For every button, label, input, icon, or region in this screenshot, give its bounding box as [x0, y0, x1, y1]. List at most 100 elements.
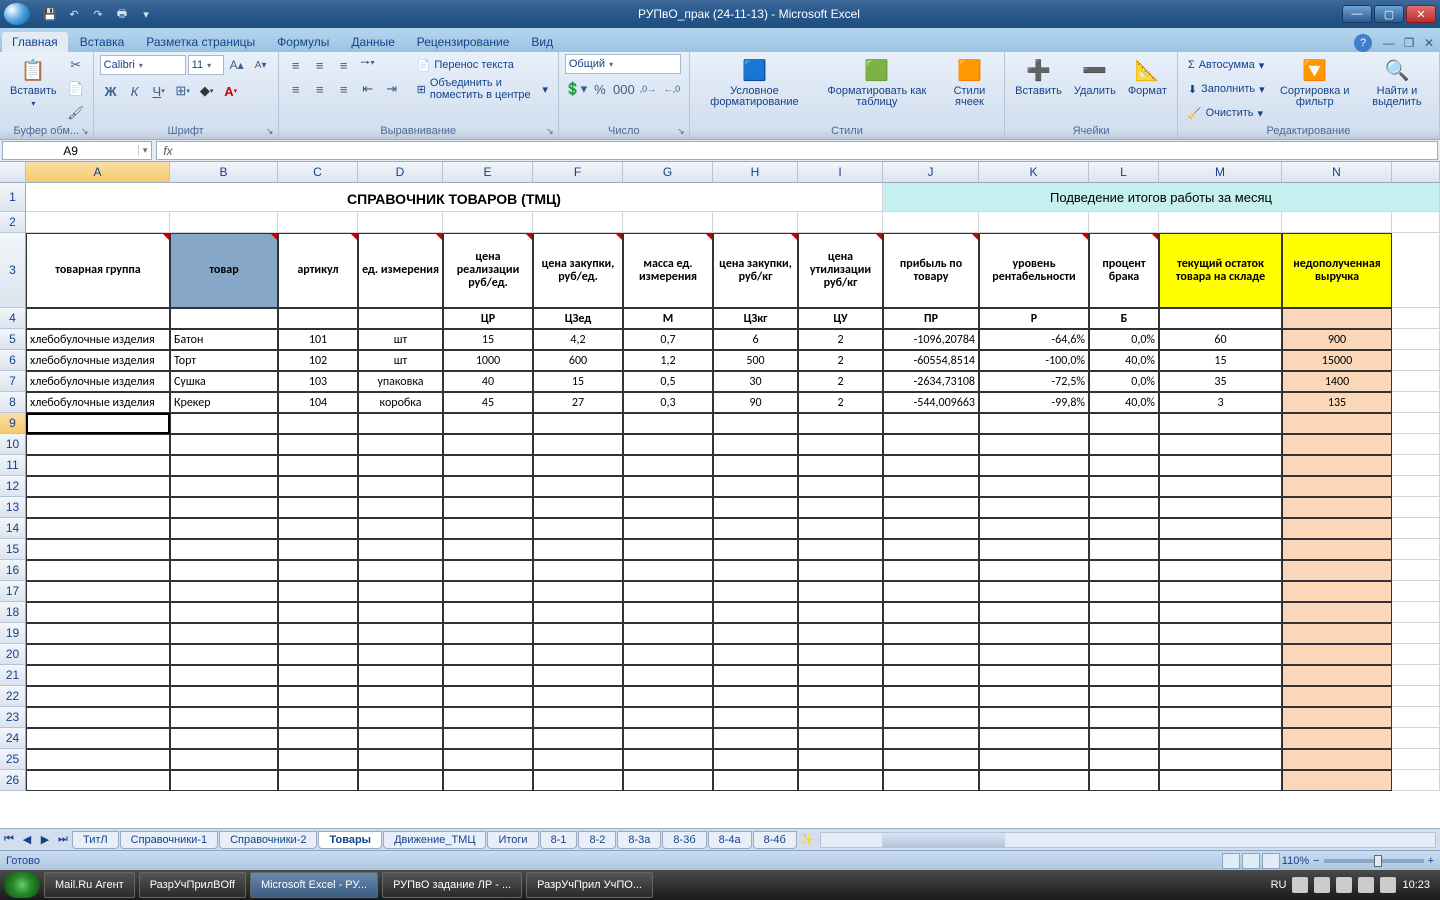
empty-cell[interactable] — [798, 665, 883, 686]
empty-cell[interactable] — [533, 476, 623, 497]
empty-cell[interactable] — [170, 644, 278, 665]
font-color-button[interactable]: A▾ — [220, 80, 242, 102]
bold-button[interactable]: Ж — [100, 80, 122, 102]
find-select-button[interactable]: 🔍Найти и выделить — [1361, 54, 1433, 110]
empty-cell[interactable] — [798, 476, 883, 497]
empty-cell[interactable] — [533, 455, 623, 476]
empty-cell[interactable] — [443, 497, 533, 518]
empty-cell[interactable] — [623, 707, 713, 728]
data-cell[interactable] — [1159, 413, 1282, 434]
empty-cell[interactable] — [1089, 644, 1159, 665]
column-header[interactable]: K — [979, 162, 1089, 183]
wrap-text-button[interactable]: 📄 Перенос текста — [413, 54, 552, 76]
empty-cell[interactable] — [979, 728, 1089, 749]
empty-cell[interactable] — [1089, 518, 1159, 539]
empty-cell[interactable] — [713, 560, 798, 581]
empty-cell[interactable] — [883, 665, 979, 686]
symbol-cell[interactable] — [358, 308, 443, 329]
empty-cell[interactable] — [533, 728, 623, 749]
data-cell[interactable]: шт — [358, 329, 443, 350]
column-header[interactable]: G — [623, 162, 713, 183]
empty-cell[interactable] — [979, 686, 1089, 707]
row-header[interactable]: 14 — [0, 518, 26, 539]
empty-cell[interactable] — [1159, 560, 1282, 581]
empty-cell[interactable] — [533, 434, 623, 455]
empty-cell[interactable] — [1282, 560, 1392, 581]
empty-cell[interactable] — [1282, 539, 1392, 560]
empty-cell[interactable] — [713, 686, 798, 707]
tab-page-layout[interactable]: Разметка страницы — [136, 32, 265, 52]
empty-cell[interactable] — [443, 560, 533, 581]
table-header-cell[interactable]: текущий остаток товара на складе — [1159, 233, 1282, 308]
empty-cell[interactable] — [443, 749, 533, 770]
empty-cell[interactable] — [1089, 707, 1159, 728]
empty-cell[interactable] — [26, 476, 170, 497]
empty-cell[interactable] — [623, 686, 713, 707]
empty-cell[interactable] — [443, 434, 533, 455]
tab-insert[interactable]: Вставка — [70, 32, 135, 52]
sheet-tab[interactable]: Справочники-2 — [219, 831, 317, 849]
empty-cell[interactable] — [979, 749, 1089, 770]
empty-cell[interactable] — [278, 770, 358, 791]
sheet-tab[interactable]: 8-4б — [753, 831, 797, 849]
empty-cell[interactable] — [713, 749, 798, 770]
tab-review[interactable]: Рецензирование — [407, 32, 520, 52]
empty-cell[interactable] — [26, 623, 170, 644]
borders-button[interactable]: ⊞▾ — [172, 80, 194, 102]
align-right-icon[interactable]: ≡ — [333, 78, 355, 100]
table-header-cell[interactable]: товарная группа — [26, 233, 170, 308]
data-cell[interactable]: 600 — [533, 350, 623, 371]
empty-cell[interactable] — [713, 518, 798, 539]
name-box-input[interactable] — [3, 144, 138, 158]
empty-cell[interactable] — [623, 728, 713, 749]
symbol-cell[interactable]: ЦЗед — [533, 308, 623, 329]
empty-cell[interactable] — [1159, 770, 1282, 791]
symbol-cell[interactable]: М — [623, 308, 713, 329]
empty-cell[interactable] — [1159, 644, 1282, 665]
empty-cell[interactable] — [1282, 665, 1392, 686]
table-header-cell[interactable]: уровень рентабельности — [979, 233, 1089, 308]
empty-cell[interactable] — [1159, 581, 1282, 602]
empty-cell[interactable] — [533, 707, 623, 728]
empty-cell[interactable] — [1282, 518, 1392, 539]
data-cell[interactable]: хлебобулочные изделия — [26, 371, 170, 392]
empty-cell[interactable] — [1159, 539, 1282, 560]
delete-cells-button[interactable]: ➖Удалить — [1070, 54, 1120, 99]
column-header[interactable]: J — [883, 162, 979, 183]
redo-icon[interactable]: ↷ — [88, 4, 108, 24]
format-painter-icon[interactable]: 🖌 — [65, 102, 87, 124]
data-cell[interactable] — [278, 413, 358, 434]
empty-cell[interactable] — [1089, 749, 1159, 770]
empty-cell[interactable] — [26, 602, 170, 623]
empty-cell[interactable] — [1089, 434, 1159, 455]
data-cell[interactable]: 15 — [443, 329, 533, 350]
empty-cell[interactable] — [1282, 707, 1392, 728]
data-cell[interactable]: 15000 — [1282, 350, 1392, 371]
data-cell[interactable]: 35 — [1159, 371, 1282, 392]
formula-input[interactable] — [179, 144, 1437, 158]
empty-cell[interactable] — [26, 497, 170, 518]
row-header[interactable]: 10 — [0, 434, 26, 455]
row-header[interactable]: 1 — [0, 183, 26, 212]
sheet-tab[interactable]: 8-3б — [662, 831, 706, 849]
empty-cell[interactable] — [798, 518, 883, 539]
empty-cell[interactable] — [278, 728, 358, 749]
empty-cell[interactable] — [358, 749, 443, 770]
merge-center-button[interactable]: ⊞ Объединить и поместить в центре ▾ — [413, 78, 552, 100]
empty-cell[interactable] — [713, 476, 798, 497]
empty-cell[interactable] — [1282, 623, 1392, 644]
data-cell[interactable]: -60554,8514 — [883, 350, 979, 371]
italic-button[interactable]: К — [124, 80, 146, 102]
empty-cell[interactable] — [358, 728, 443, 749]
symbol-cell[interactable]: Р — [979, 308, 1089, 329]
empty-cell[interactable] — [623, 602, 713, 623]
empty-cell[interactable] — [278, 434, 358, 455]
empty-cell[interactable] — [170, 476, 278, 497]
empty-cell[interactable] — [623, 560, 713, 581]
empty-cell[interactable] — [798, 497, 883, 518]
row-header[interactable]: 12 — [0, 476, 26, 497]
data-cell[interactable]: 1400 — [1282, 371, 1392, 392]
empty-cell[interactable] — [623, 665, 713, 686]
sheet-nav-first[interactable]: ⏮ — [0, 831, 18, 849]
mdi-minimize-button[interactable]: — — [1380, 34, 1398, 52]
